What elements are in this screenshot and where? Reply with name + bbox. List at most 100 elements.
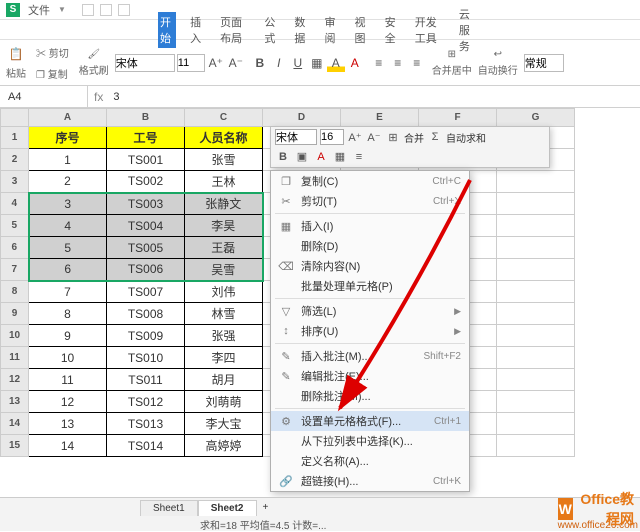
cell[interactable]: TS014 xyxy=(107,435,185,457)
tab-insert[interactable]: 插入 xyxy=(188,12,206,48)
row-header[interactable]: 3 xyxy=(1,171,29,193)
col-header-a[interactable]: A xyxy=(29,109,107,127)
number-format-select[interactable] xyxy=(524,54,564,72)
mini-font-input[interactable] xyxy=(275,129,317,145)
col-header-f[interactable]: F xyxy=(419,109,497,127)
row-header[interactable]: 14 xyxy=(1,413,29,435)
bold-icon[interactable]: B xyxy=(251,54,269,72)
copy-button[interactable]: ❐ 复制 xyxy=(32,64,72,83)
cut-button[interactable]: ✂ 剪切 xyxy=(32,43,73,62)
file-menu[interactable]: 文件 xyxy=(28,2,50,18)
cell[interactable] xyxy=(497,281,575,303)
cell[interactable]: 序号 xyxy=(29,127,107,149)
cell[interactable]: 7 xyxy=(29,281,107,303)
wrap-button[interactable]: ↩ 自动换行 xyxy=(478,49,518,77)
font-name-input[interactable] xyxy=(115,54,175,72)
cell[interactable]: 9 xyxy=(29,325,107,347)
cell[interactable]: 1 xyxy=(29,149,107,171)
merge-button[interactable]: ⊞ 合并居中 xyxy=(432,49,472,77)
save-icon[interactable] xyxy=(82,4,94,16)
font-size-input[interactable] xyxy=(177,54,205,72)
cell[interactable]: 李四 xyxy=(185,347,263,369)
select-all-corner[interactable] xyxy=(1,109,29,127)
align-center-icon[interactable]: ≡ xyxy=(389,54,407,72)
cell[interactable] xyxy=(497,435,575,457)
cell[interactable]: 2 xyxy=(29,171,107,193)
row-header[interactable]: 1 xyxy=(1,127,29,149)
row-header[interactable]: 13 xyxy=(1,391,29,413)
cell[interactable] xyxy=(497,215,575,237)
tab-layout[interactable]: 页面布局 xyxy=(218,12,250,48)
row-header[interactable]: 11 xyxy=(1,347,29,369)
cell[interactable]: TS004 xyxy=(107,215,185,237)
cell[interactable]: TS008 xyxy=(107,303,185,325)
mini-bold-icon[interactable]: B xyxy=(275,149,291,165)
context-menu-item[interactable]: ❐复制(C)Ctrl+C xyxy=(271,171,469,191)
undo-icon[interactable] xyxy=(100,4,112,16)
dropdown-icon[interactable]: ▼ xyxy=(58,5,66,14)
cell[interactable]: 王林 xyxy=(185,171,263,193)
cell[interactable] xyxy=(497,325,575,347)
cell[interactable]: 3 xyxy=(29,193,107,215)
cell[interactable]: 12 xyxy=(29,391,107,413)
row-header[interactable]: 5 xyxy=(1,215,29,237)
context-menu-item[interactable]: 删除批注(M)... xyxy=(271,386,469,406)
underline-icon[interactable]: U xyxy=(289,54,307,72)
context-menu-item[interactable]: 删除(D) xyxy=(271,236,469,256)
align-right-icon[interactable]: ≡ xyxy=(408,54,426,72)
cell[interactable]: 刘伟 xyxy=(185,281,263,303)
cell[interactable]: 胡月 xyxy=(185,369,263,391)
format-painter[interactable]: 🖌 格式刷 xyxy=(79,49,109,77)
col-header-b[interactable]: B xyxy=(107,109,185,127)
row-header[interactable]: 8 xyxy=(1,281,29,303)
cell[interactable] xyxy=(497,237,575,259)
context-menu-item[interactable]: ✂剪切(T)Ctrl+X xyxy=(271,191,469,211)
cell[interactable]: 李昊 xyxy=(185,215,263,237)
context-menu-item[interactable]: ⌫清除内容(N) xyxy=(271,256,469,276)
cell[interactable]: 14 xyxy=(29,435,107,457)
tab-view[interactable]: 视图 xyxy=(353,12,371,48)
context-menu-item[interactable]: ↕排序(U)▶ xyxy=(271,321,469,341)
cell[interactable]: TS011 xyxy=(107,369,185,391)
col-header-d[interactable]: D xyxy=(263,109,341,127)
cell[interactable]: 5 xyxy=(29,237,107,259)
tab-dev[interactable]: 开发工具 xyxy=(413,12,445,48)
col-header-g[interactable]: G xyxy=(497,109,575,127)
cell[interactable]: TS005 xyxy=(107,237,185,259)
align-left-icon[interactable]: ≡ xyxy=(370,54,388,72)
cell[interactable]: 工号 xyxy=(107,127,185,149)
mini-border-icon[interactable]: ▦ xyxy=(332,149,348,165)
context-menu-item[interactable]: 从下拉列表中选择(K)... xyxy=(271,431,469,451)
decrease-font-icon[interactable]: A⁻ xyxy=(227,54,245,72)
cell[interactable]: 8 xyxy=(29,303,107,325)
mini-decrease-font-icon[interactable]: A⁻ xyxy=(366,129,382,145)
mini-fill-icon[interactable]: ▣ xyxy=(294,149,310,165)
fx-icon[interactable]: fx xyxy=(88,90,109,104)
border-icon[interactable]: ▦ xyxy=(308,54,326,72)
cell[interactable]: TS002 xyxy=(107,171,185,193)
context-menu-item[interactable]: 批量处理单元格(P) xyxy=(271,276,469,296)
tab-review[interactable]: 审阅 xyxy=(322,12,340,48)
mini-size-input[interactable] xyxy=(320,129,344,145)
cell[interactable] xyxy=(497,303,575,325)
cell[interactable]: TS003 xyxy=(107,193,185,215)
mini-font-color-icon[interactable]: A xyxy=(313,149,329,165)
formula-bar[interactable]: 3 xyxy=(109,91,640,103)
cell[interactable]: 13 xyxy=(29,413,107,435)
col-header-c[interactable]: C xyxy=(185,109,263,127)
cell[interactable] xyxy=(497,259,575,281)
tab-security[interactable]: 安全 xyxy=(383,12,401,48)
cell[interactable]: 王磊 xyxy=(185,237,263,259)
col-header-e[interactable]: E xyxy=(341,109,419,127)
cell[interactable]: TS007 xyxy=(107,281,185,303)
row-header[interactable]: 12 xyxy=(1,369,29,391)
context-menu-item[interactable]: ▽筛选(L)▶ xyxy=(271,301,469,321)
row-header[interactable]: 2 xyxy=(1,149,29,171)
font-color-icon[interactable]: A xyxy=(346,54,364,72)
row-header[interactable]: 7 xyxy=(1,259,29,281)
cell[interactable] xyxy=(497,413,575,435)
row-header[interactable]: 9 xyxy=(1,303,29,325)
sheet-tab-1[interactable]: Sheet1 xyxy=(140,500,198,516)
mini-sum-icon[interactable]: Σ xyxy=(427,129,443,145)
cell[interactable]: 张强 xyxy=(185,325,263,347)
